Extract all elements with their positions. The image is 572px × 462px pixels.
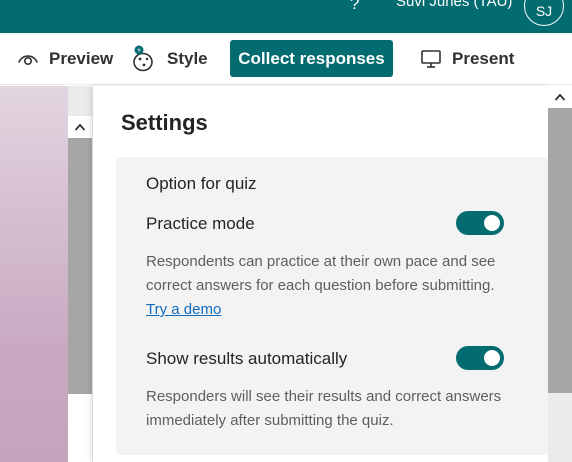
show-results-description: Responders will see their results and co… bbox=[146, 388, 502, 429]
panel-scroll-up-button[interactable] bbox=[548, 86, 572, 108]
help-icon[interactable]: ? bbox=[350, 0, 364, 14]
practice-mode-toggle[interactable] bbox=[456, 211, 504, 235]
style-label: Style bbox=[167, 49, 208, 68]
show-results-toggle[interactable] bbox=[456, 346, 504, 370]
preview-button[interactable]: Preview bbox=[17, 33, 113, 85]
toggle-knob bbox=[484, 215, 500, 231]
toggle-knob bbox=[484, 350, 500, 366]
practice-mode-description-text: Respondents can practice at their own pa… bbox=[146, 253, 496, 294]
present-label: Present bbox=[452, 49, 515, 68]
palette-icon bbox=[133, 45, 153, 72]
practice-mode-description: Respondents can practice at their own pa… bbox=[146, 250, 512, 322]
panel-scrollbar-thumb[interactable] bbox=[548, 108, 572, 393]
canvas-scrollbar-thumb[interactable] bbox=[68, 138, 92, 394]
preview-label: Preview bbox=[49, 49, 114, 68]
collect-responses-button[interactable]: Collect responses bbox=[230, 40, 393, 77]
quiz-options-heading: Option for quiz bbox=[146, 174, 257, 193]
monitor-icon bbox=[421, 50, 441, 68]
chevron-up-icon bbox=[74, 123, 86, 131]
present-button[interactable]: Present bbox=[420, 33, 514, 85]
style-button[interactable]: Style bbox=[131, 33, 208, 85]
show-results-label: Show results automatically bbox=[146, 349, 348, 368]
eye-icon bbox=[18, 55, 38, 66]
settings-title: Settings bbox=[121, 110, 208, 135]
canvas-scroll-up-button[interactable] bbox=[68, 116, 92, 138]
user-name[interactable]: Suvi Junes (TAU) bbox=[396, 0, 512, 10]
try-a-demo-link[interactable]: Try a demo bbox=[146, 301, 221, 318]
panel-scrollbar-track[interactable] bbox=[548, 393, 572, 462]
form-theme-background bbox=[0, 86, 68, 462]
practice-mode-label: Practice mode bbox=[146, 214, 255, 233]
chevron-up-icon bbox=[554, 93, 566, 101]
canvas-scrollbar-track[interactable] bbox=[68, 394, 92, 462]
